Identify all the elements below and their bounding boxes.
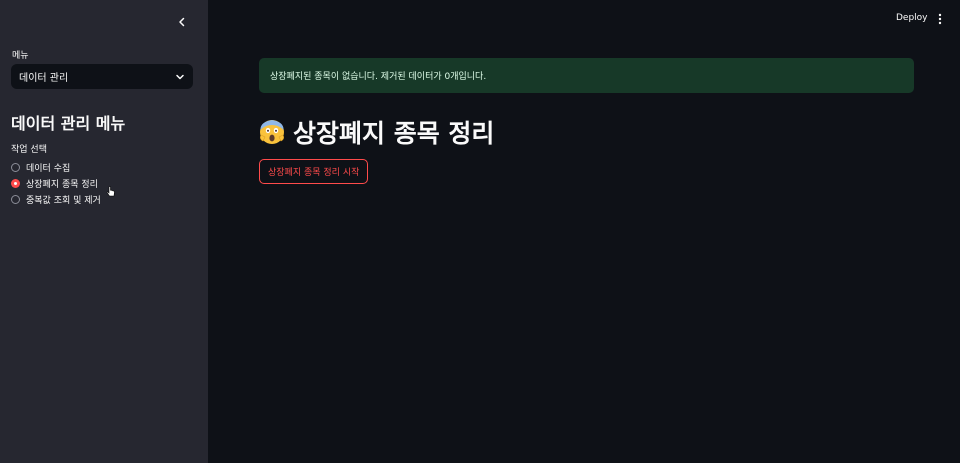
- main-menu-button[interactable]: [934, 11, 946, 27]
- hand-pointer-cursor-icon: [106, 186, 115, 197]
- page-title: 상장폐지 종목 정리: [259, 114, 494, 150]
- radio-group-label: 작업 선택: [11, 145, 47, 155]
- success-alert: 상장폐지된 종목이 없습니다. 제거된 데이터가 0개입니다.: [259, 58, 914, 93]
- menu-select[interactable]: 데이터 관리: [11, 64, 193, 89]
- page-title-text: 상장폐지 종목 정리: [293, 119, 495, 148]
- radio-option-data-collection[interactable]: 데이터 수집: [11, 159, 101, 175]
- chevron-left-icon: [179, 17, 185, 27]
- task-radio-group: 데이터 수집 상장폐지 종목 정리 중복값 조회 및 제거: [11, 159, 101, 207]
- radio-unchecked-icon: [11, 194, 20, 204]
- main-content: Deploy 상장폐지된 종목이 없습니다. 제거된 데이터가 0개입니다. 상…: [208, 0, 960, 463]
- radio-option-duplicates[interactable]: 중복값 조회 및 제거: [11, 191, 101, 207]
- sidebar-collapse-button[interactable]: [172, 12, 192, 32]
- app-root: 메뉴 데이터 관리 데이터 관리 메뉴 작업 선택 데이터 수집 상장폐지 종목…: [0, 0, 960, 463]
- scream-emoji-icon: [260, 120, 284, 144]
- chevron-down-icon: [176, 74, 184, 79]
- menu-select-value: 데이터 관리: [19, 73, 69, 84]
- radio-checked-icon: [11, 178, 20, 188]
- more-vertical-icon: [938, 13, 942, 25]
- radio-option-label: 중복값 조회 및 제거: [26, 195, 101, 206]
- sidebar-heading: 데이터 관리 메뉴: [11, 114, 126, 133]
- radio-option-delisted-cleanup[interactable]: 상장폐지 종목 정리: [11, 175, 101, 191]
- deploy-button[interactable]: Deploy: [896, 13, 928, 23]
- menu-select-label: 메뉴: [12, 51, 29, 61]
- start-delisted-cleanup-label: 상장폐지 종목 정리 시작: [268, 168, 360, 178]
- radio-option-label: 데이터 수집: [26, 163, 71, 174]
- start-delisted-cleanup-button[interactable]: 상장폐지 종목 정리 시작: [259, 159, 369, 184]
- radio-unchecked-icon: [11, 162, 20, 172]
- radio-option-label: 상장폐지 종목 정리: [26, 179, 98, 190]
- sidebar: 메뉴 데이터 관리 데이터 관리 메뉴 작업 선택 데이터 수집 상장폐지 종목…: [0, 0, 208, 463]
- success-alert-text: 상장폐지된 종목이 없습니다. 제거된 데이터가 0개입니다.: [270, 72, 487, 82]
